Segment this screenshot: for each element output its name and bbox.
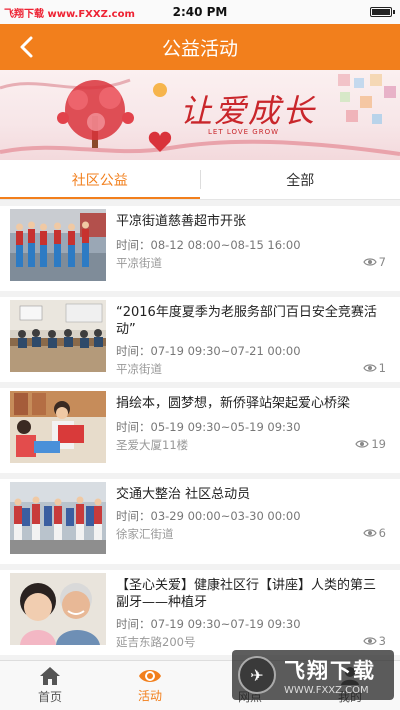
view-count: 19	[355, 437, 386, 451]
tab-all[interactable]: 全部	[201, 160, 400, 199]
watermark-text: 飞翔下载 www.FXXZ.com	[4, 9, 135, 20]
eye-icon	[355, 440, 370, 448]
view-count-value: 1	[378, 361, 386, 375]
watermark-logo-icon: ✈	[238, 656, 276, 694]
tabbar-label: 首页	[37, 690, 62, 704]
list-item[interactable]: 【圣心关爱】健康社区行【讲座】人类的第三副牙——种植牙 时间：07-19 09:…	[0, 570, 400, 655]
activity-title: “2016年度夏季为老服务部门百日安全竞赛活动”	[116, 305, 377, 337]
chevron-left-icon	[20, 36, 33, 58]
activity-list: 平凉街道慈善超市开张 时间：08-12 08:00~08-15 16:00 平凉…	[0, 201, 400, 655]
banner[interactable]: 让爱成长 LET LOVE GROW	[0, 70, 400, 160]
activity-thumbnail	[10, 209, 106, 281]
activity-location: 徐家汇街道	[116, 527, 174, 541]
activity-title: 交通大整治 社区总动员	[116, 487, 251, 502]
tabbar-item-activity[interactable]: 活动	[100, 661, 200, 710]
activity-location: 圣爱大厦11楼	[116, 438, 189, 452]
eye-icon	[139, 670, 161, 682]
watermark-logo-url: WWW.FXXZ.COM	[284, 684, 369, 696]
view-count-value: 6	[378, 526, 386, 540]
status-time: 2:40 PM	[172, 5, 228, 19]
list-item[interactable]: 平凉街道慈善超市开张 时间：08-12 08:00~08-15 16:00 平凉…	[0, 206, 400, 291]
activity-thumbnail	[10, 391, 106, 463]
activity-time: 时间：03-29 00:00~03-30 00:00	[116, 509, 301, 523]
view-count: 1	[363, 361, 386, 375]
segment-tabs: 社区公益 全部	[0, 160, 400, 200]
view-count: 7	[363, 255, 386, 269]
nav-bar: 公益活动	[0, 24, 400, 70]
eye-icon	[363, 258, 377, 266]
tab-label: 全部	[286, 172, 315, 189]
activity-thumbnail	[10, 573, 106, 645]
tabbar-label: 活动	[137, 689, 162, 703]
view-count: 3	[363, 634, 386, 648]
activity-thumbnail	[10, 300, 106, 372]
home-icon	[40, 667, 60, 685]
battery-icon	[370, 7, 395, 17]
view-count: 6	[363, 526, 386, 540]
activity-thumbnail	[10, 482, 106, 554]
view-count-value: 19	[371, 437, 386, 451]
banner-slogan: 让爱成长	[180, 92, 317, 130]
eye-icon	[363, 637, 377, 645]
activity-time: 时间：05-19 09:30~05-19 09:30	[116, 420, 301, 434]
tab-label: 社区公益	[71, 172, 128, 189]
eye-icon	[363, 529, 377, 537]
back-button[interactable]	[8, 28, 46, 66]
activity-title: 平凉街道慈善超市开张	[116, 214, 247, 229]
activity-title: 【圣心关爱】健康社区行【讲座】人类的第三副牙——种植牙	[116, 578, 377, 610]
activity-time: 时间：08-12 08:00~08-15 16:00	[116, 238, 301, 252]
watermark-logo: ✈ 飞翔下载 WWW.FXXZ.COM	[232, 650, 394, 700]
tab-community[interactable]: 社区公益	[0, 160, 200, 199]
banner-subtitle: LET LOVE GROW	[208, 128, 280, 136]
list-item[interactable]: 交通大整治 社区总动员 时间：03-29 00:00~03-30 00:00 徐…	[0, 479, 400, 564]
activity-title: 捐绘本，圆梦想，新侨驿站架起爱心桥梁	[116, 396, 351, 411]
activity-time: 时间：07-19 09:30~07-19 09:30	[116, 617, 301, 631]
eye-icon	[363, 364, 377, 372]
activity-location: 平凉街道	[116, 256, 162, 270]
activity-location: 延吉东路200号	[116, 635, 196, 649]
watermark-logo-text: 飞翔下载 WWW.FXXZ.COM	[284, 655, 376, 696]
activity-location: 平凉街道	[116, 362, 162, 376]
activity-time: 时间：07-19 09:30~07-21 00:00	[116, 344, 301, 358]
status-bar: 飞翔下载 www.FXXZ.com 2:40 PM	[0, 0, 400, 24]
watermark-logo-title: 飞翔下载	[284, 658, 376, 683]
view-count-value: 7	[378, 255, 386, 269]
view-count-value: 3	[378, 634, 386, 648]
tabbar-item-home[interactable]: 首页	[0, 661, 100, 710]
list-item[interactable]: “2016年度夏季为老服务部门百日安全竞赛活动” 时间：07-19 09:30~…	[0, 297, 400, 382]
list-item[interactable]: 捐绘本，圆梦想，新侨驿站架起爱心桥梁 时间：05-19 09:30~05-19 …	[0, 388, 400, 473]
page-title: 公益活动	[161, 37, 238, 60]
